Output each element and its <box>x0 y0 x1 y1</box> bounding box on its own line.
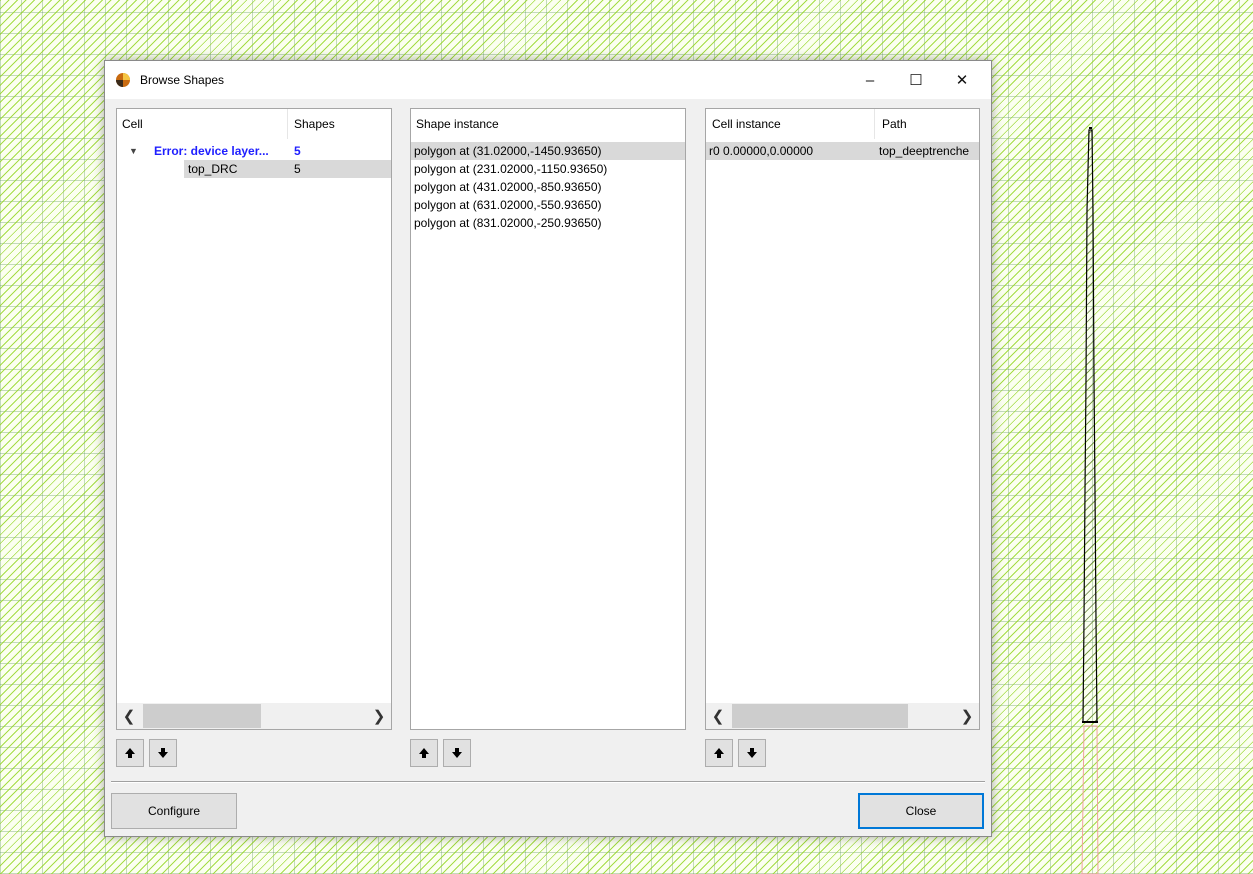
layout-shape-highlight <box>1082 129 1098 723</box>
instance-list-hscrollbar[interactable]: ❮ ❯ <box>706 703 979 729</box>
cell-instance-value: r0 0.00000,0.00000 <box>709 144 814 158</box>
minimize-icon: – <box>865 71 875 89</box>
shape-down-button[interactable] <box>443 739 471 767</box>
path-value: top_deeptrenche <box>879 144 970 158</box>
column-header-cell-instance[interactable]: Cell instance <box>712 117 781 131</box>
cell-down-button[interactable] <box>149 739 177 767</box>
shape-list-header: Shape instance <box>411 109 685 139</box>
close-window-button[interactable]: ✕ <box>939 61 985 99</box>
scrollbar-thumb[interactable] <box>732 704 908 728</box>
table-row[interactable]: r0 0.00000,0.00000 top_deeptrenche <box>706 142 979 160</box>
cell-instance-list[interactable]: Cell instance Path r0 0.00000,0.00000 to… <box>705 108 980 730</box>
cell-tree-hscrollbar[interactable]: ❮ ❯ <box>117 703 391 729</box>
klayout-app-icon <box>116 73 130 87</box>
shape-instance-text: polygon at (431.02000,-850.93650) <box>414 180 602 194</box>
tree-item-error[interactable]: ▼ Error: device layer... 5 <box>117 142 391 160</box>
chevron-left-icon[interactable]: ❮ <box>117 703 141 729</box>
arrow-up-icon <box>125 748 135 758</box>
arrow-up-icon <box>419 748 429 758</box>
arrow-down-icon <box>747 748 757 758</box>
list-item[interactable]: polygon at (831.02000,-250.93650) <box>411 214 685 232</box>
column-header-shape-instance[interactable]: Shape instance <box>416 117 499 131</box>
list-item[interactable]: polygon at (631.02000,-550.93650) <box>411 196 685 214</box>
expand-arrow-icon[interactable]: ▼ <box>129 142 138 160</box>
title-bar: Browse Shapes – ☐ ✕ <box>105 61 991 99</box>
list-item[interactable]: polygon at (431.02000,-850.93650) <box>411 178 685 196</box>
shape-instance-text: polygon at (31.02000,-1450.93650) <box>414 144 602 158</box>
error-category-label: Error: device layer... <box>154 144 269 158</box>
instance-down-button[interactable] <box>738 739 766 767</box>
column-header-shapes[interactable]: Shapes <box>294 117 335 131</box>
separator-highlight <box>111 782 985 783</box>
window-title: Browse Shapes <box>140 73 225 87</box>
list-item[interactable]: polygon at (231.02000,-1150.93650) <box>411 160 685 178</box>
scrollbar-thumb[interactable] <box>143 704 261 728</box>
column-header-path[interactable]: Path <box>882 117 907 131</box>
maximize-button[interactable]: ☐ <box>893 61 939 99</box>
column-header-cell[interactable]: Cell <box>122 117 143 131</box>
shape-up-button[interactable] <box>410 739 438 767</box>
shape-instance-text: polygon at (831.02000,-250.93650) <box>414 216 602 230</box>
cell-up-button[interactable] <box>116 739 144 767</box>
arrow-up-icon <box>714 748 724 758</box>
cell-shape-count: 5 <box>294 162 301 176</box>
shape-instance-text: polygon at (631.02000,-550.93650) <box>414 198 602 212</box>
arrow-down-icon <box>158 748 168 758</box>
shape-instance-text: polygon at (231.02000,-1150.93650) <box>414 162 608 176</box>
cell-tree-header: Cell Shapes <box>117 109 391 139</box>
instance-up-button[interactable] <box>705 739 733 767</box>
cell-tree[interactable]: Cell Shapes ▼ Error: device layer... 5 t… <box>116 108 392 730</box>
arrow-down-icon <box>452 748 462 758</box>
browse-shapes-dialog: Browse Shapes – ☐ ✕ Cell Shapes ▼ Error:… <box>104 60 992 837</box>
list-item[interactable]: polygon at (31.02000,-1450.93650) <box>411 142 685 160</box>
maximize-icon: ☐ <box>909 72 923 89</box>
tree-item-top-drc[interactable]: top_DRC 5 <box>184 160 391 178</box>
configure-button[interactable]: Configure <box>111 793 237 829</box>
layout-shape-lower <box>1081 725 1099 874</box>
close-button[interactable]: Close <box>858 793 984 829</box>
configure-button-label: Configure <box>147 804 201 818</box>
instance-list-header: Cell instance Path <box>706 109 979 139</box>
close-button-label: Close <box>905 804 937 818</box>
shape-instance-list[interactable]: Shape instance polygon at (31.02000,-145… <box>410 108 686 730</box>
cell-name: top_DRC <box>188 162 238 176</box>
minimize-button[interactable]: – <box>847 61 893 99</box>
chevron-right-icon[interactable]: ❯ <box>955 703 979 729</box>
close-icon: ✕ <box>955 72 969 89</box>
error-category-count: 5 <box>294 144 301 158</box>
chevron-left-icon[interactable]: ❮ <box>706 703 730 729</box>
chevron-right-icon[interactable]: ❯ <box>367 703 391 729</box>
